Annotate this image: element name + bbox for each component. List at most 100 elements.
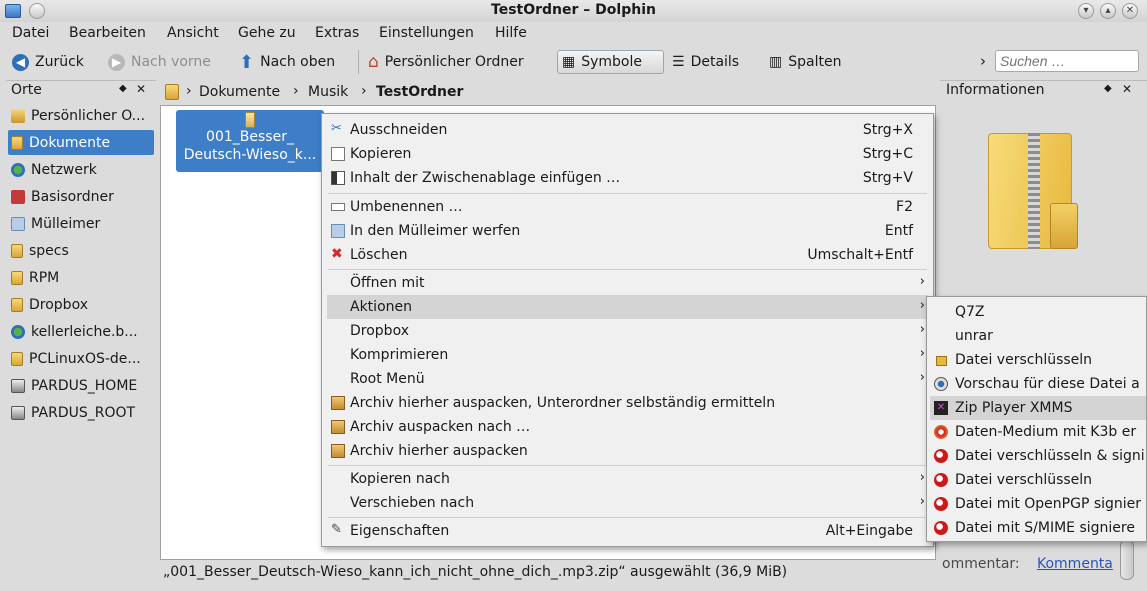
- place-netzwerk[interactable]: Netzwerk: [8, 157, 154, 182]
- menu-item-archiv-auspacken-nach[interactable]: Archiv auspacken nach …: [322, 415, 933, 439]
- places-title: Orte: [11, 82, 42, 98]
- info-title: Informationen: [946, 82, 1045, 98]
- menu-gehe-zu[interactable]: Gehe zu: [238, 25, 296, 41]
- place-dokumente[interactable]: Dokumente: [8, 130, 154, 155]
- submenu-item-k3b[interactable]: Daten-Medium mit K3b er: [927, 420, 1146, 444]
- up-button[interactable]: ⬆ Nach oben: [235, 50, 339, 74]
- minimize-icon[interactable]: ▾: [1078, 3, 1094, 19]
- comment-link[interactable]: Kommenta: [1037, 556, 1113, 572]
- places-close-icon[interactable]: ✕: [136, 82, 146, 96]
- view-columns-button[interactable]: ▥ Spalten: [765, 50, 845, 74]
- k3b-icon: [934, 425, 948, 439]
- menu-item-verschieben-nach[interactable]: Verschieben nach ›: [322, 491, 933, 515]
- toolbar-overflow-icon[interactable]: ›: [980, 52, 986, 70]
- menu-item-loeschen[interactable]: ✖ Löschen Umschalt+Entf: [322, 243, 933, 267]
- breadcrumb-current[interactable]: TestOrdner: [376, 84, 463, 100]
- place-pardus-root[interactable]: PARDUS_ROOT: [8, 400, 154, 425]
- up-arrow-icon: ⬆: [239, 51, 255, 73]
- place-kellerleiche[interactable]: kellerleiche.b...: [8, 319, 154, 344]
- menu-item-kopieren[interactable]: Kopieren Strg+C: [322, 142, 933, 166]
- copy-icon: [331, 147, 345, 161]
- status-text: „001_Besser_Deutsch-Wieso_kann_ich_nicht…: [163, 564, 788, 580]
- menu-item-komprimieren[interactable]: Komprimieren ›: [322, 343, 933, 367]
- submenu-arrow-icon: ›: [919, 298, 925, 313]
- submenu-arrow-icon: ›: [919, 494, 925, 509]
- window-title: TestOrdner – Dolphin: [491, 2, 656, 18]
- place-basisordner[interactable]: Basisordner: [8, 184, 154, 209]
- kgpg-icon: [934, 521, 948, 535]
- network-drive-icon: [11, 324, 25, 339]
- place-rpm[interactable]: RPM: [8, 265, 154, 290]
- place-muelleimer[interactable]: Mülleimer: [8, 211, 154, 236]
- properties-icon: ✎: [331, 522, 342, 537]
- back-button[interactable]: ◀ Zurück: [8, 50, 88, 74]
- toolbar-separator: [358, 50, 359, 74]
- menu-item-oeffnen-mit[interactable]: Öffnen mit ›: [322, 271, 933, 295]
- menu-separator: [328, 517, 927, 518]
- submenu-item-encrypt[interactable]: Datei verschlüsseln: [927, 348, 1146, 372]
- zip-file-icon: [245, 112, 255, 128]
- place-pardus-home[interactable]: PARDUS_HOME: [8, 373, 154, 398]
- folder-icon: [11, 243, 23, 258]
- place-dropbox[interactable]: Dropbox: [8, 292, 154, 317]
- menu-item-eigenschaften[interactable]: ✎ Eigenschaften Alt+Eingabe: [322, 519, 933, 543]
- folder-icon: [11, 270, 23, 285]
- submenu-item-encrypt-sign[interactable]: Datei verschlüsseln & signi: [927, 444, 1146, 468]
- menu-bearbeiten[interactable]: Bearbeiten: [69, 25, 146, 41]
- places-float-icon[interactable]: ◆: [119, 83, 127, 94]
- drive-icon: [11, 405, 25, 420]
- menu-item-kopieren-nach[interactable]: Kopieren nach ›: [322, 467, 933, 491]
- menu-hilfe[interactable]: Hilfe: [495, 25, 527, 41]
- trash-icon: [331, 224, 345, 238]
- info-float-icon[interactable]: ◆: [1104, 83, 1112, 94]
- info-scrollbar[interactable]: [1120, 540, 1134, 580]
- menu-ansicht[interactable]: Ansicht: [167, 25, 219, 41]
- place-home[interactable]: Persönlicher O...: [8, 103, 154, 128]
- forward-arrow-icon: ▶: [108, 53, 125, 71]
- submenu-item-unrar[interactable]: unrar: [927, 324, 1146, 348]
- view-details-button[interactable]: ☰ Details: [668, 50, 743, 74]
- breadcrumb-separator: ›: [293, 83, 299, 99]
- file-item[interactable]: 001_Besser_ Deutsch-Wieso_k...: [176, 110, 324, 172]
- menu-item-root-menue[interactable]: Root Menü ›: [322, 367, 933, 391]
- submenu-item-sign-smime[interactable]: Datei mit S/MIME signiere: [927, 516, 1146, 540]
- menu-item-einfuegen[interactable]: Inhalt der Zwischenablage einfügen … Str…: [322, 166, 933, 190]
- menu-item-aktionen[interactable]: Aktionen ›: [327, 295, 928, 319]
- breadcrumb-folder-icon[interactable]: [165, 84, 179, 100]
- home-icon: ⌂: [368, 52, 379, 72]
- close-icon[interactable]: ✕: [1122, 3, 1138, 19]
- submenu-item-q7z[interactable]: Q7Z: [927, 300, 1146, 324]
- menu-datei[interactable]: Datei: [12, 25, 49, 41]
- place-specs[interactable]: specs: [8, 238, 154, 263]
- submenu-arrow-icon: ›: [919, 470, 925, 485]
- home-button[interactable]: ⌂ Persönlicher Ordner: [364, 50, 528, 74]
- submenu-item-encrypt-2[interactable]: Datei verschlüsseln: [927, 468, 1146, 492]
- menu-item-ausschneiden[interactable]: ✂ Ausschneiden Strg+X: [322, 118, 933, 142]
- drive-icon: [11, 378, 25, 393]
- menu-item-umbenennen[interactable]: Umbenennen … F2: [322, 195, 933, 219]
- menu-item-archiv-auspacken-auto[interactable]: Archiv hierher auspacken, Unterordner se…: [322, 391, 933, 415]
- menu-item-muelleimer[interactable]: In den Mülleimer werfen Entf: [322, 219, 933, 243]
- preview-eye-icon: [934, 377, 948, 391]
- menu-einstellungen[interactable]: Einstellungen: [379, 25, 474, 41]
- submenu-item-sign-openpgp[interactable]: Datei mit OpenPGP signier: [927, 492, 1146, 516]
- menu-item-archiv-hierher[interactable]: Archiv hierher auspacken: [322, 439, 933, 463]
- search-input[interactable]: [995, 50, 1139, 72]
- menu-separator: [328, 465, 927, 466]
- rename-icon: [331, 203, 345, 211]
- submenu-item-preview[interactable]: Vorschau für diese Datei a: [927, 372, 1146, 396]
- info-close-icon[interactable]: ✕: [1122, 82, 1132, 96]
- place-pclinuxos[interactable]: PCLinuxOS-de...: [8, 346, 154, 371]
- menu-item-dropbox[interactable]: Dropbox ›: [322, 319, 933, 343]
- breadcrumb-item-musik[interactable]: Musik: [308, 84, 348, 100]
- maximize-icon[interactable]: ▴: [1100, 3, 1116, 19]
- kgpg-icon: [934, 473, 948, 487]
- view-icons-button[interactable]: ▦ Symbole: [557, 50, 664, 74]
- submenu-item-zip-player-xmms[interactable]: ✕ Zip Player XMMS: [930, 396, 1146, 420]
- submenu-arrow-icon: ›: [919, 322, 925, 337]
- submenu-arrow-icon: ›: [919, 346, 925, 361]
- menu-extras[interactable]: Extras: [315, 25, 359, 41]
- archive-icon: [331, 396, 345, 410]
- forward-button[interactable]: ▶ Nach vorne: [104, 50, 215, 74]
- breadcrumb-item-dokumente[interactable]: Dokumente: [199, 84, 280, 100]
